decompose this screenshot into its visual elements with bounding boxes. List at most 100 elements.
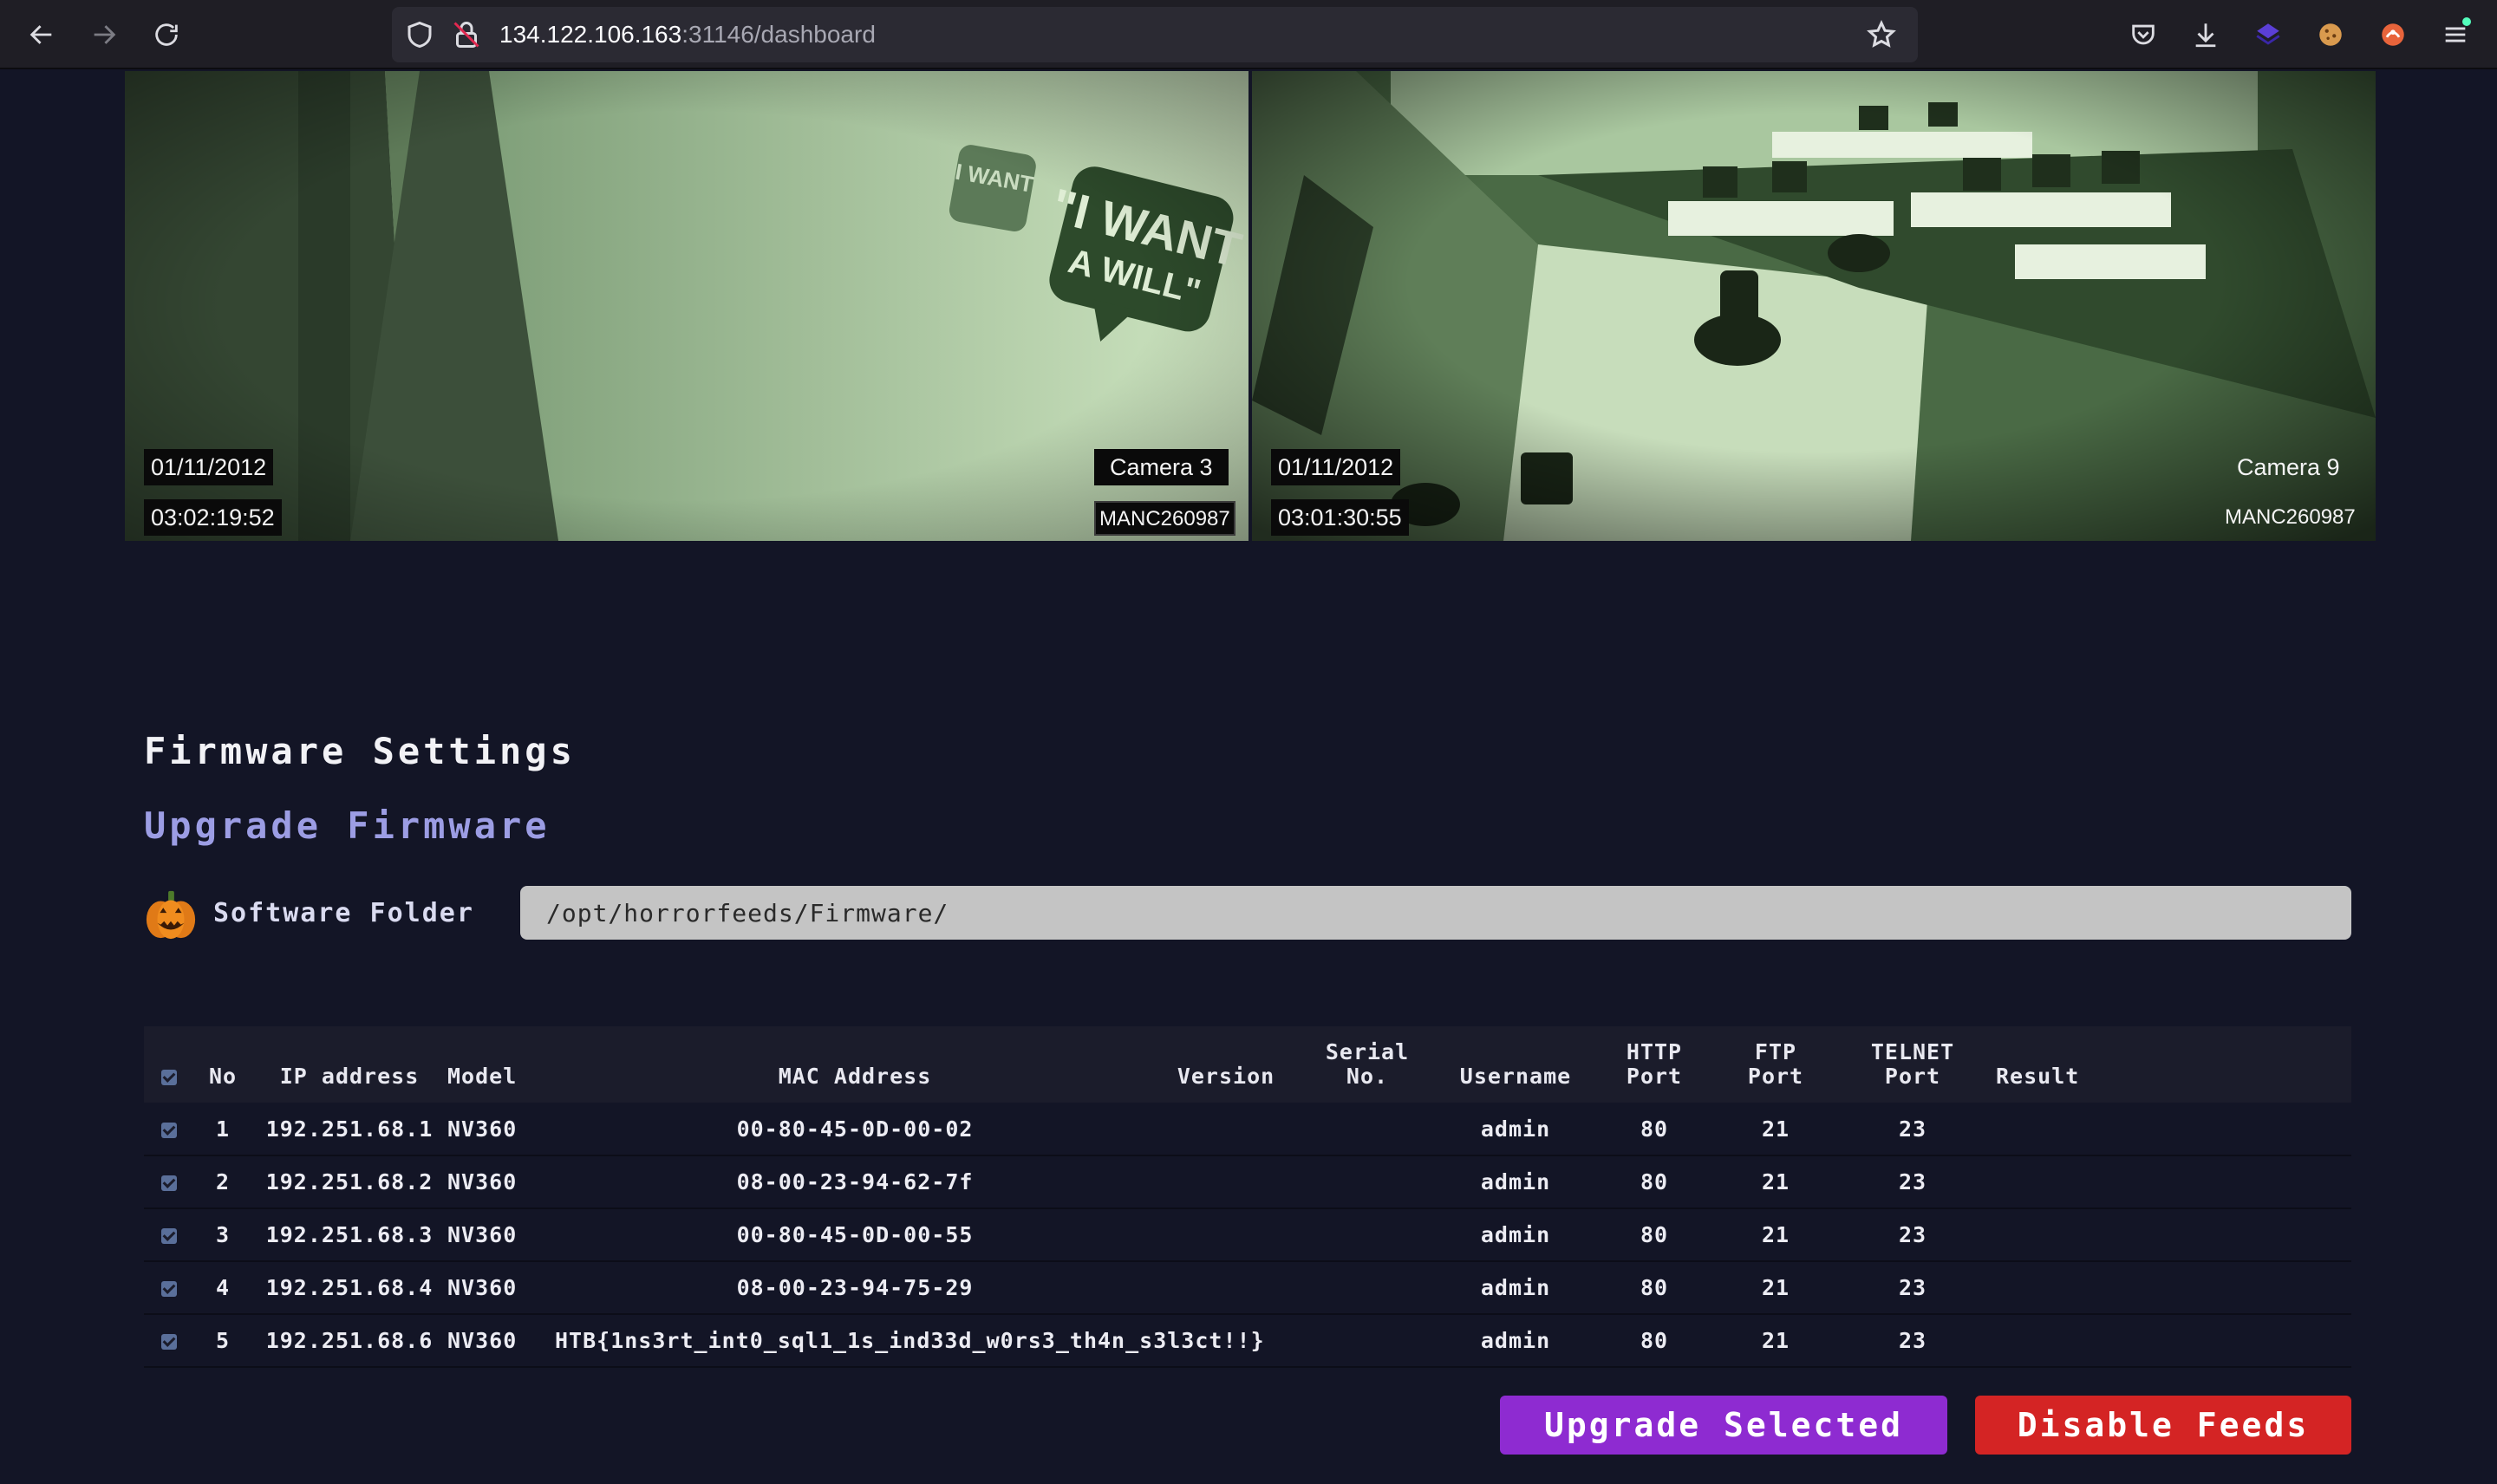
header-no: No (208, 1064, 238, 1089)
cell-telnet: 23 (1898, 1169, 1927, 1194)
cell-no: 1 (215, 1116, 231, 1142)
disable-feeds-button[interactable]: Disable Feeds (1975, 1396, 2351, 1455)
row-checkbox[interactable] (161, 1175, 177, 1191)
cell-http: 80 (1640, 1116, 1669, 1142)
table-row: 4 192.251.68.4 NV360 08-00-23-94-75-29 admin… (144, 1261, 2351, 1314)
cell-result (1989, 1261, 2351, 1314)
extension-icon[interactable] (2251, 17, 2285, 52)
extension-icon[interactable] (2376, 17, 2410, 52)
cell-telnet: 23 (1898, 1116, 1927, 1142)
row-checkbox-cell[interactable] (144, 1103, 194, 1155)
cell-ftp: 21 (1761, 1169, 1790, 1194)
checkbox[interactable] (161, 1070, 177, 1085)
insecure-lock-icon[interactable] (451, 19, 482, 50)
cell-result (1989, 1103, 2351, 1155)
cell-result (1989, 1155, 2351, 1208)
cell-username: admin (1480, 1275, 1551, 1300)
cell-mac: 00-80-45-0D-00-55 (736, 1222, 974, 1247)
cell-result (1989, 1208, 2351, 1261)
camera-id: MANC260987 (2225, 505, 2356, 529)
header-http-line2: Port (1626, 1064, 1683, 1089)
header-serial-line1: Serial (1325, 1039, 1410, 1064)
url-host: 134.122.106.163 (499, 21, 682, 48)
feed-time: 03:02:19:52 (144, 499, 282, 536)
header-serial-line2: No. (1346, 1064, 1389, 1089)
shield-icon[interactable] (404, 19, 435, 50)
header-telnet-line2: Port (1884, 1064, 1941, 1089)
cell-no: 2 (215, 1169, 231, 1194)
cell-model: NV360 (447, 1222, 518, 1247)
reload-icon[interactable] (146, 14, 187, 55)
cell-no: 5 (215, 1328, 231, 1353)
row-checkbox-cell[interactable] (144, 1208, 194, 1261)
cell-version (1155, 1261, 1297, 1314)
cell-no: 4 (215, 1275, 231, 1300)
header-http: HTTP Port (1594, 1026, 1715, 1103)
header-ip: IP address (279, 1064, 420, 1089)
software-folder-row: Software Folder (142, 886, 2351, 940)
cell-ftp: 21 (1761, 1116, 1790, 1142)
pocket-icon[interactable] (2126, 17, 2161, 52)
cell-model: NV360 (447, 1328, 518, 1353)
cell-http: 80 (1640, 1275, 1669, 1300)
cell-ftp: 21 (1761, 1222, 1790, 1247)
cell-mac: HTB{1ns3rt_int0_sql1_1s_ind33d_w0rs3_th4… (555, 1328, 1265, 1353)
cell-serial (1297, 1103, 1438, 1155)
cell-ip: 192.251.68.4 (265, 1275, 434, 1300)
row-checkbox[interactable] (161, 1334, 177, 1350)
cell-username: admin (1480, 1222, 1551, 1247)
cell-http: 80 (1640, 1328, 1669, 1353)
cell-serial (1297, 1314, 1438, 1367)
device-table: No IP address Model MAC Address Version … (144, 1026, 2351, 1368)
cell-telnet: 23 (1898, 1328, 1927, 1353)
pumpkin-icon (146, 890, 196, 940)
star-icon[interactable] (1866, 19, 1897, 50)
menu-icon[interactable] (2438, 17, 2473, 52)
table-header-row: No IP address Model MAC Address Version … (144, 1026, 2351, 1103)
row-checkbox-cell[interactable] (144, 1261, 194, 1314)
cell-mac: 08-00-23-94-75-29 (736, 1275, 974, 1300)
cell-version (1155, 1103, 1297, 1155)
cell-telnet: 23 (1898, 1275, 1927, 1300)
cell-serial (1297, 1155, 1438, 1208)
row-checkbox[interactable] (161, 1281, 177, 1297)
row-checkbox-cell[interactable] (144, 1155, 194, 1208)
software-folder-input[interactable] (520, 886, 2351, 940)
camera-feed-9: 01/11/2012 03:01:30:55 Camera 9 MANC2609… (1252, 71, 2376, 541)
forward-arrow-icon[interactable] (83, 14, 125, 55)
header-http-line1: HTTP (1626, 1039, 1683, 1064)
row-checkbox[interactable] (161, 1228, 177, 1244)
back-arrow-icon[interactable] (21, 14, 62, 55)
cookie-icon[interactable] (2313, 17, 2348, 52)
cell-ip: 192.251.68.2 (265, 1169, 434, 1194)
hallway-image: "I WANT A WILL" I WANT (125, 71, 1248, 541)
cell-http: 80 (1640, 1222, 1669, 1247)
feed-date: 01/11/2012 (1271, 449, 1401, 485)
url-bar[interactable]: 134.122.106.163:31146/dashboard (392, 7, 1918, 62)
cell-serial (1297, 1261, 1438, 1314)
download-icon[interactable] (2188, 17, 2223, 52)
row-checkbox-cell[interactable] (144, 1314, 194, 1367)
camera-name: Camera 3 (1094, 449, 1229, 485)
camera-id: MANC260987 (1094, 501, 1235, 536)
url-text[interactable]: 134.122.106.163:31146/dashboard (499, 7, 876, 62)
cell-ftp: 21 (1761, 1328, 1790, 1353)
software-folder-label: Software Folder (213, 898, 474, 928)
upgrade-selected-button[interactable]: Upgrade Selected (1500, 1396, 1947, 1455)
cell-result (1989, 1314, 2351, 1367)
header-result: Result (1996, 1064, 2080, 1089)
table-row: 1 192.251.68.1 NV360 00-80-45-0D-00-02 admin… (144, 1103, 2351, 1155)
cell-mac: 00-80-45-0D-00-02 (736, 1116, 974, 1142)
cell-model: NV360 (447, 1169, 518, 1194)
header-serial: Serial No. (1297, 1026, 1438, 1103)
camera-feed-3: "I WANT A WILL" I WANT 01/11/2012 03:02:… (125, 71, 1248, 541)
feed-date: 01/11/2012 (144, 449, 274, 485)
row-checkbox[interactable] (161, 1122, 177, 1138)
browser-toolbar: 134.122.106.163:31146/dashboard (0, 0, 2497, 69)
select-all-checkbox[interactable] (144, 1026, 194, 1103)
cell-ip: 192.251.68.6 (265, 1328, 434, 1353)
cell-username: admin (1480, 1116, 1551, 1142)
cell-version (1155, 1208, 1297, 1261)
cell-ip: 192.251.68.1 (265, 1116, 434, 1142)
cell-ftp: 21 (1761, 1275, 1790, 1300)
